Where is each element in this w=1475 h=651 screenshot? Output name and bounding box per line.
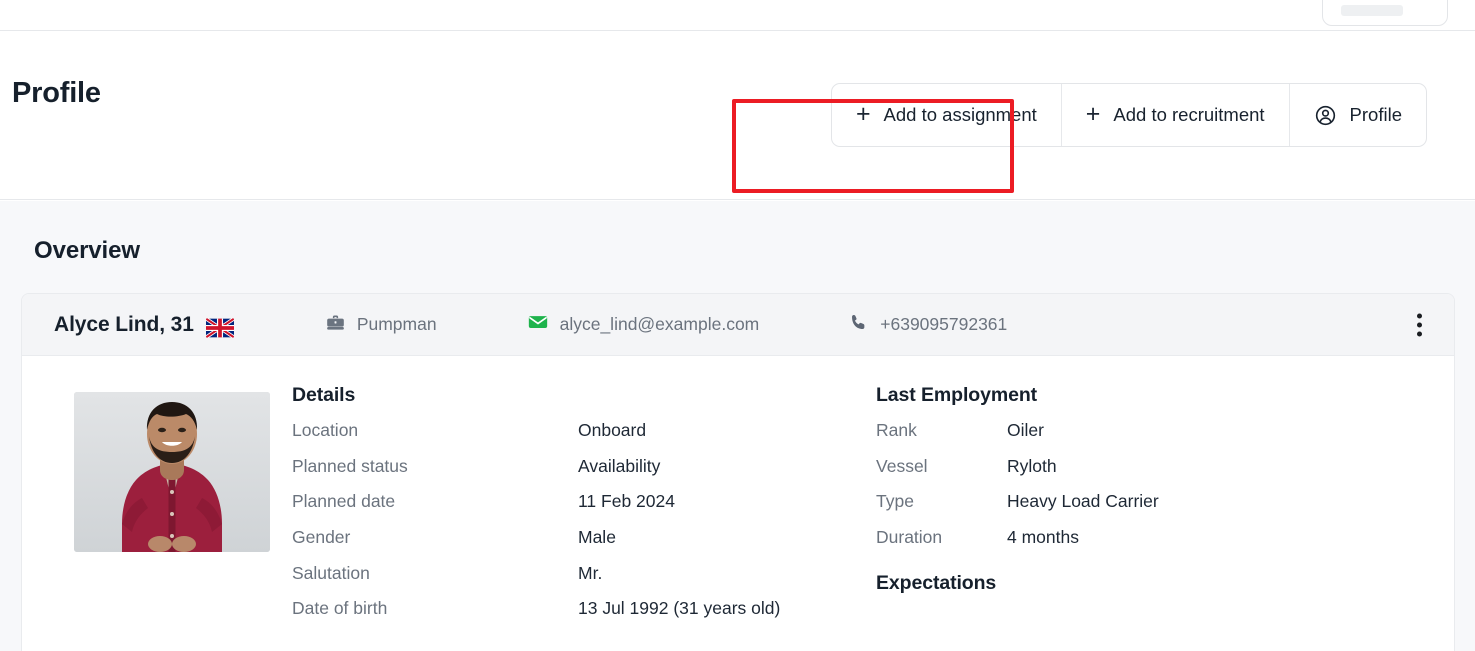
kebab-dot bbox=[1417, 331, 1422, 336]
avatar-container bbox=[22, 384, 272, 633]
meta-email-value: alyce_lind@example.com bbox=[559, 314, 760, 334]
detail-label: Gender bbox=[292, 526, 351, 547]
add-to-recruitment-button[interactable]: + Add to recruitment bbox=[1062, 84, 1290, 146]
last-employment-heading: Last Employment bbox=[876, 384, 1038, 406]
employment-row-type: Type Heavy Load Carrier bbox=[876, 490, 1432, 514]
top-strip bbox=[0, 0, 1475, 31]
person-name: Alyce Lind, 31 bbox=[54, 312, 194, 336]
detail-label: Planned date bbox=[292, 491, 396, 512]
detail-row-planned-date: Planned date 11 Feb 2024 bbox=[292, 490, 872, 514]
detail-value: 13 Jul 1992 (31 years old) bbox=[578, 598, 781, 619]
add-to-recruitment-label: Add to recruitment bbox=[1113, 104, 1265, 125]
avatar bbox=[74, 392, 270, 552]
details-heading: Details bbox=[292, 384, 356, 406]
detail-row-salutation: Salutation Mr. bbox=[292, 562, 872, 586]
profile-button-label: Profile bbox=[1349, 104, 1402, 125]
detail-value: Mr. bbox=[578, 562, 603, 583]
meta-phone-value: +639095792361 bbox=[880, 314, 1008, 334]
detail-row-planned-status: Planned status Availability bbox=[292, 455, 872, 479]
envelope-icon bbox=[527, 311, 549, 338]
content-area: Overview Alyce Lind, 31 Pumpman alyce_li… bbox=[0, 201, 1475, 651]
employment-label: Rank bbox=[876, 420, 917, 440]
employment-label: Duration bbox=[876, 526, 943, 547]
profile-card-header: Alyce Lind, 31 Pumpman alyce_lind@exampl… bbox=[22, 294, 1454, 356]
detail-value: Onboard bbox=[578, 420, 647, 440]
last-employment-column: Last Employment Rank Oiler Vessel Ryloth… bbox=[872, 384, 1432, 633]
top-right-widget[interactable] bbox=[1322, 0, 1448, 26]
kebab-dot bbox=[1417, 322, 1422, 327]
details-column: Details Location Onboard Planned status … bbox=[272, 384, 872, 633]
uk-flag-icon bbox=[205, 317, 234, 338]
employment-label: Vessel bbox=[876, 455, 928, 476]
page-title: Profile bbox=[12, 77, 101, 109]
meta-email[interactable]: alyce_lind@example.com bbox=[527, 311, 760, 338]
top-right-widget-placeholder-bar bbox=[1341, 5, 1403, 16]
user-circle-icon bbox=[1314, 104, 1337, 127]
meta-rank-value: Pumpman bbox=[356, 314, 437, 334]
employment-value: 4 months bbox=[1007, 526, 1079, 547]
detail-value: 11 Feb 2024 bbox=[578, 491, 675, 512]
employment-row-rank: Rank Oiler bbox=[876, 419, 1432, 443]
kebab-menu-icon[interactable] bbox=[1413, 309, 1426, 340]
plus-icon: + bbox=[1085, 99, 1101, 128]
briefcase-icon bbox=[325, 312, 346, 338]
profile-card-body: Details Location Onboard Planned status … bbox=[22, 356, 1454, 633]
employment-row-duration: Duration 4 months bbox=[876, 526, 1432, 550]
employment-value: Ryloth bbox=[1007, 455, 1057, 476]
detail-value: Availability bbox=[578, 455, 661, 476]
detail-label: Planned status bbox=[292, 455, 408, 476]
detail-label: Location bbox=[292, 420, 359, 440]
profile-button[interactable]: Profile bbox=[1290, 84, 1426, 146]
plus-icon: + bbox=[855, 99, 871, 128]
employment-value: Oiler bbox=[1007, 420, 1044, 440]
profile-page: Profile + Add to assignment + Add to rec… bbox=[0, 0, 1475, 651]
page-header: Profile + Add to assignment + Add to rec… bbox=[0, 31, 1475, 200]
detail-row-location: Location Onboard bbox=[292, 419, 872, 443]
detail-label: Salutation bbox=[292, 562, 370, 583]
meta-rank: Pumpman bbox=[325, 312, 437, 338]
detail-label: Date of birth bbox=[292, 598, 388, 619]
phone-icon bbox=[848, 312, 869, 338]
add-to-assignment-button[interactable]: + Add to assignment bbox=[832, 84, 1062, 146]
detail-value: Male bbox=[578, 526, 616, 547]
employment-row-vessel: Vessel Ryloth bbox=[876, 455, 1432, 479]
employment-label: Type bbox=[876, 491, 914, 512]
kebab-dot bbox=[1417, 313, 1422, 318]
header-action-group: + Add to assignment + Add to recruitment… bbox=[830, 83, 1427, 147]
detail-row-date-of-birth: Date of birth 13 Jul 1992 (31 years old) bbox=[292, 597, 872, 621]
profile-overview-card: Alyce Lind, 31 Pumpman alyce_lind@exampl… bbox=[21, 293, 1455, 651]
employment-value: Heavy Load Carrier bbox=[1007, 491, 1159, 512]
expectations-heading: Expectations bbox=[876, 571, 997, 594]
detail-row-gender: Gender Male bbox=[292, 526, 872, 550]
section-title-overview: Overview bbox=[34, 237, 140, 264]
add-to-assignment-label: Add to assignment bbox=[883, 104, 1037, 125]
meta-phone[interactable]: +639095792361 bbox=[848, 312, 1007, 338]
